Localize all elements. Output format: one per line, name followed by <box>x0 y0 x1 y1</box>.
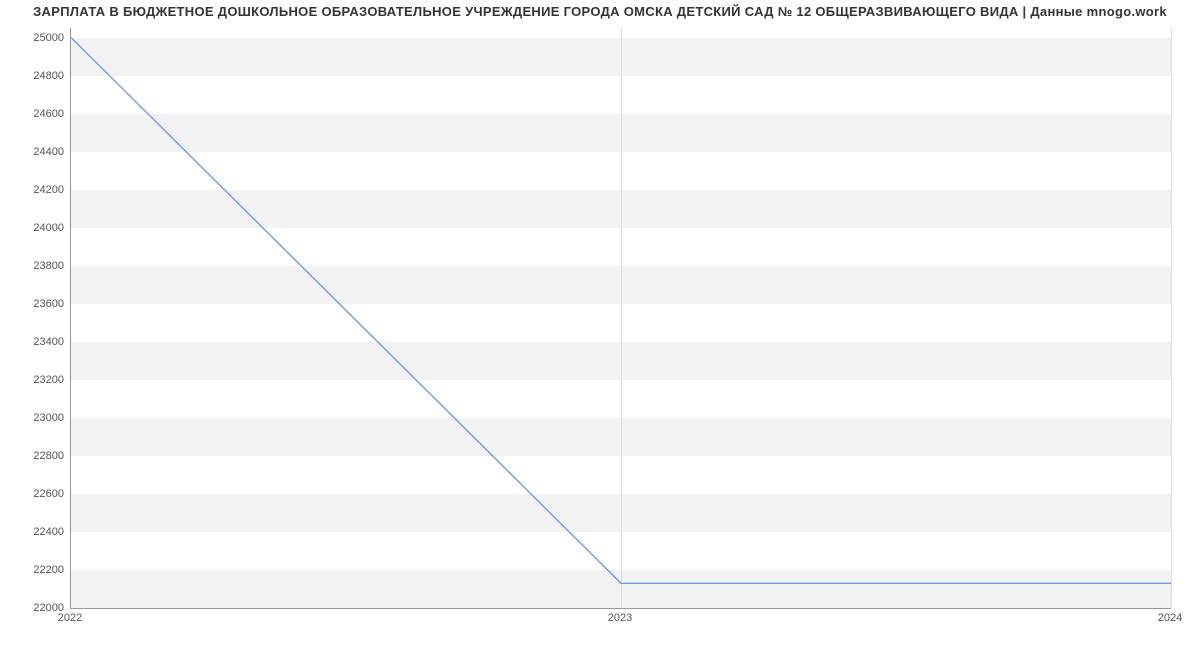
y-tick-label: 23400 <box>4 336 64 348</box>
y-tick-label: 24000 <box>4 222 64 234</box>
y-tick-label: 22000 <box>4 602 64 614</box>
plot-area <box>70 28 1171 609</box>
y-tick-label: 22200 <box>4 564 64 576</box>
x-tick-label: 2024 <box>1158 612 1182 624</box>
y-tick-label: 23200 <box>4 374 64 386</box>
y-tick-label: 24600 <box>4 108 64 120</box>
y-tick-label: 23000 <box>4 412 64 424</box>
x-tick-label: 2023 <box>608 612 632 624</box>
chart-title: ЗАРПЛАТА В БЮДЖЕТНОЕ ДОШКОЛЬНОЕ ОБРАЗОВА… <box>0 4 1200 19</box>
series-salary <box>71 38 1171 584</box>
y-tick-label: 23800 <box>4 260 64 272</box>
y-tick-label: 24400 <box>4 146 64 158</box>
chart-container: ЗАРПЛАТА В БЮДЖЕТНОЕ ДОШКОЛЬНОЕ ОБРАЗОВА… <box>0 0 1200 650</box>
y-tick-label: 22600 <box>4 488 64 500</box>
y-tick-label: 22800 <box>4 450 64 462</box>
y-tick-label: 22400 <box>4 526 64 538</box>
gridline-vertical <box>1171 28 1172 608</box>
y-tick-label: 25000 <box>4 32 64 44</box>
x-tick-label: 2022 <box>58 612 82 624</box>
line-layer <box>71 28 1171 608</box>
y-tick-label: 24800 <box>4 70 64 82</box>
y-tick-label: 23600 <box>4 298 64 310</box>
y-tick-label: 24200 <box>4 184 64 196</box>
